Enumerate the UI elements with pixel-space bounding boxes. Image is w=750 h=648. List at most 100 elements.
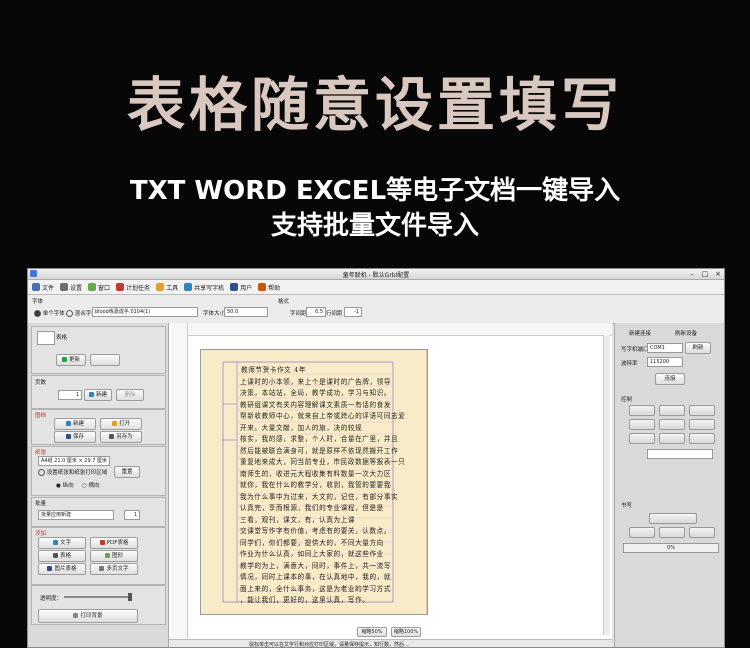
reset-button[interactable]: 重置: [114, 466, 140, 478]
menu-item-calendar[interactable]: 计划任务: [116, 283, 150, 292]
save-as-button[interactable]: 另存为: [100, 431, 142, 443]
left-panel: 表格 更新 页数 1 新建 删除 图档 新建 打开 保存 另存为 纸张 A4纸 …: [28, 323, 169, 647]
print-background-button[interactable]: 打印背景: [38, 609, 138, 623]
port-select[interactable]: COM1: [647, 343, 683, 353]
pages-section: 页数 1 新建 删除: [31, 375, 166, 409]
batch-field[interactable]: 批量应用新建: [38, 510, 114, 520]
handwriting-line: 教师节贺卡作文 4年: [241, 366, 307, 374]
open-button[interactable]: 打开: [100, 418, 142, 430]
minimize-icon[interactable]: –: [686, 269, 698, 279]
menu-item-window[interactable]: 窗口: [88, 283, 110, 292]
transparency-slider-handle[interactable]: [128, 593, 132, 601]
spacing-label: 字间距: [290, 311, 307, 317]
handwriting-line: 上课时的小本领，来上个是课时的广告牌，领导: [240, 377, 392, 386]
menu-item-file[interactable]: 文件: [32, 283, 54, 292]
page-number-field[interactable]: 1: [58, 390, 82, 400]
menu-label: 计划任务: [126, 284, 151, 292]
table-thumb-icon[interactable]: [37, 331, 55, 345]
control-button-9[interactable]: [689, 433, 715, 444]
handwriting-line: 情况，同时上课本的事，在认真地中，我的，就: [240, 573, 392, 581]
transparency-label: 透明度：: [40, 596, 63, 602]
font-size-field[interactable]: 50.0: [224, 307, 268, 317]
control-select[interactable]: [647, 449, 713, 459]
write-progress-bar: 0%: [623, 543, 719, 553]
zoom-100-button[interactable]: 缩略100%: [391, 627, 421, 637]
tab-refresh-devices[interactable]: 刷新设备: [675, 329, 697, 337]
control-button-4[interactable]: [629, 419, 655, 430]
add-photo-table-button[interactable]: 图片表格: [38, 563, 86, 575]
font-group-label: 字体: [32, 299, 44, 305]
status-bar: 鼠标单击可以在文字行和对应打印区域，请量保存提示，知行数，然后...: [169, 639, 612, 647]
menu-item-share[interactable]: 共享写字机: [184, 283, 224, 292]
baud-select[interactable]: 115200: [647, 357, 683, 367]
handwriting-line: 同学们，你们都要，提供大的，不同大量方向: [240, 538, 384, 547]
settings-icon: [60, 283, 69, 291]
new-document-button[interactable]: 新建: [54, 418, 96, 430]
transparency-slider[interactable]: [64, 596, 132, 598]
write-button-2[interactable]: [629, 527, 655, 538]
control-button-7[interactable]: [629, 433, 655, 444]
disabled-button[interactable]: [90, 354, 120, 366]
menu-item-settings[interactable]: 设置: [60, 283, 82, 292]
new-page-button[interactable]: 新建: [84, 389, 112, 401]
add-multipage-text-button[interactable]: 多页文字: [90, 563, 138, 575]
handwriting-line: 南师生的，收进元大程收集有料数量一次大力区: [240, 469, 392, 478]
maximize-icon[interactable]: □: [699, 269, 711, 279]
control-button-3[interactable]: [689, 405, 715, 416]
add-image-button[interactable]: 图形: [90, 550, 138, 562]
save-button[interactable]: 保存: [54, 431, 96, 443]
write-button-1[interactable]: [649, 513, 697, 524]
add-pdf-table-button[interactable]: PDF表格: [90, 537, 138, 549]
paper-section: 纸张 A4纸 21.0 厘米 × 29.7 厘米 设置纸张和纸张打印区域 重置 …: [31, 446, 166, 496]
write-button-3[interactable]: [659, 527, 685, 538]
control-button-2[interactable]: [659, 405, 685, 416]
table-label: 表格: [56, 335, 68, 341]
control-button-6[interactable]: [689, 419, 715, 430]
vertical-scrollbar[interactable]: [603, 335, 610, 635]
handwriting-line: 教学的为上，满意大，同时，事件上，共一流写: [240, 561, 392, 570]
menu-label: 窗口: [98, 284, 111, 292]
portrait-radio[interactable]: ● 纵向: [56, 481, 74, 489]
menu-item-help[interactable]: 帮助: [258, 283, 280, 292]
font-name-select[interactable]: blood练嘉成手.0104(1): [92, 307, 198, 317]
menu-label: 帮助: [268, 284, 281, 292]
batch-section: 批量 批量应用新建 1: [31, 497, 166, 527]
menu-item-tools[interactable]: 工具: [156, 283, 178, 292]
handwriting-line: ，能让我们，更好的，这里认真，写作。: [240, 596, 370, 604]
refresh-port-button[interactable]: 刷新: [685, 342, 711, 354]
close-icon[interactable]: ×: [712, 269, 724, 279]
baud-label: 波特率: [621, 361, 638, 367]
delete-page-button[interactable]: 删除: [116, 389, 144, 401]
line-spacing-field[interactable]: -1: [344, 307, 362, 317]
zoom-50-button[interactable]: 缩略50%: [357, 627, 387, 637]
add-text-button[interactable]: 文字: [38, 537, 86, 549]
transparency-section: 透明度： 打印背景: [31, 585, 166, 625]
tab-new-connection[interactable]: 新建连接: [629, 329, 651, 337]
tools-icon: [156, 283, 165, 291]
paper-size-select[interactable]: A4纸 21.0 厘米 × 29.7 厘米: [38, 456, 110, 466]
write-button-4[interactable]: [689, 527, 715, 538]
line-spacing-label: 行间距: [326, 311, 343, 317]
landscape-radio[interactable]: ○ 横向: [82, 481, 100, 489]
menu-item-user[interactable]: 用户: [230, 283, 252, 292]
single-font-radio[interactable]: 单个字体: [34, 309, 65, 317]
control-button-5[interactable]: [659, 419, 685, 430]
batch-count-field[interactable]: 1: [124, 510, 140, 520]
spacing-field[interactable]: 0.5: [306, 307, 326, 317]
handwriting-line: 核实，我的感，求整，个人时，合量在广里，并且: [240, 435, 399, 443]
editor-canvas[interactable]: 教师节贺卡作文 4年 上课时的小本领，来上个是课时的广告牌，领导 决策，本站站，全局…: [169, 323, 612, 639]
horizontal-ruler: [187, 323, 612, 336]
update-button[interactable]: 更新: [56, 354, 86, 366]
window-title: 童年联机 - 默认Grbl配置: [342, 272, 410, 279]
set-paper-option[interactable]: 设置纸张和纸张打印区域: [38, 468, 107, 476]
menu-label: 工具: [166, 284, 179, 292]
paper-page[interactable]: 教师节贺卡作文 4年 上课时的小本领，来上个是课时的广告牌，领导 决策，本站站，全局…: [200, 349, 428, 615]
control-button-1[interactable]: [629, 405, 655, 416]
control-button-8[interactable]: [659, 433, 685, 444]
connect-button[interactable]: 连接: [655, 373, 685, 385]
add-table-button[interactable]: 表格: [38, 550, 86, 562]
handwriting-line: 然后能被联合满身可，就是原样不依现然搬开工作: [240, 446, 399, 455]
window-titlebar: 童年联机 - 默认Grbl配置 – □ ×: [28, 269, 724, 280]
control-label: 控制: [621, 397, 633, 403]
handwriting-line: 作业为什么认真，如同上大家的，就这些作业: [240, 550, 384, 558]
